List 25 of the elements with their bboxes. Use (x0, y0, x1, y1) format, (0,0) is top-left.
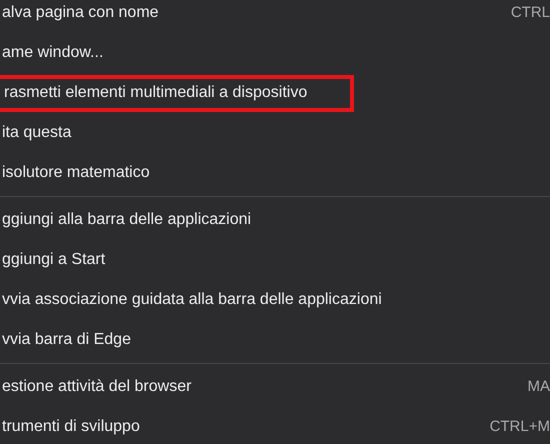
menu-item[interactable]: ggiungi alla barra delle applicazioni (0, 200, 550, 240)
shortcut-text: MA (528, 376, 550, 397)
menu-item[interactable]: trumenti di sviluppo CTRL+M (0, 407, 550, 444)
menu-item-label: vvia associazione guidata alla barra delle applicazioni (2, 290, 382, 310)
menu-item-label: ame window... (2, 43, 104, 63)
menu-item[interactable]: estione attività del browser MA (0, 367, 550, 407)
menu-item-label: ggiungi a Start (2, 250, 106, 270)
menu-item-label: isolutore matematico (2, 163, 150, 183)
shortcut-text: CTRL+M (490, 416, 550, 437)
menu-item-label: alva pagina con nome (2, 3, 159, 23)
menu-item[interactable]: rasmetti elementi multimediali a dispositivo (0, 73, 550, 113)
menu-item-label: trumenti di sviluppo (2, 417, 140, 437)
menu-item-label: estione attività del browser (2, 377, 192, 397)
menu-item-label: ita questa (2, 123, 72, 143)
menu-item[interactable]: isolutore matematico (0, 153, 550, 193)
menu-item-label: rasmetti elementi multimediali a dispositivo (4, 83, 308, 103)
menu-item-label: vvia barra di Edge (2, 330, 131, 350)
menu-item[interactable]: alva pagina con nome CTRL (0, 0, 550, 33)
menu-item[interactable]: ggiungi a Start (0, 240, 550, 280)
shortcut-text: CTRL (510, 2, 550, 23)
menu-item[interactable]: ame window... (0, 33, 550, 73)
menu-item[interactable]: vvia barra di Edge (0, 320, 550, 360)
menu-item-label: ggiungi alla barra delle applicazioni (2, 210, 252, 230)
menu-item[interactable]: vvia associazione guidata alla barra delle applicazioni (0, 280, 550, 320)
menu-item[interactable]: ita questa (0, 113, 550, 153)
